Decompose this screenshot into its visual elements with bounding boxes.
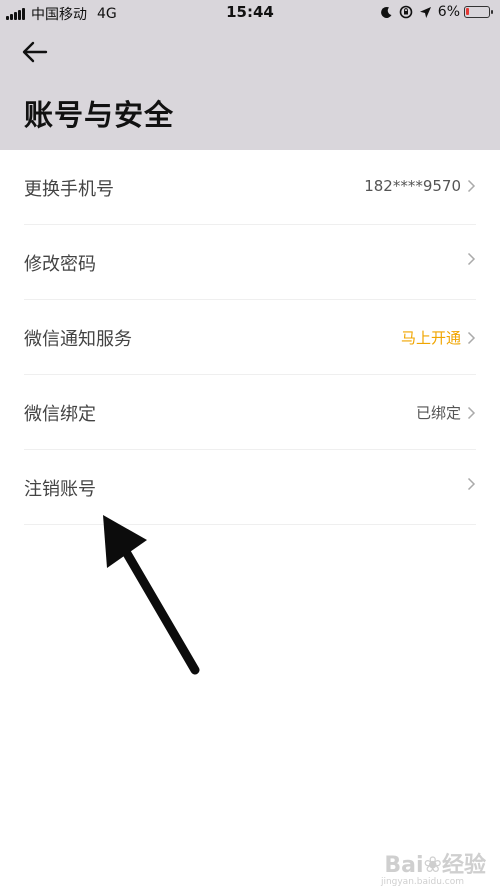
status-bar: 中国移动 4G 15:44 6%: [0, 0, 500, 26]
chevron-right-icon: [467, 331, 476, 344]
arrow-left-icon: [22, 41, 48, 63]
watermark-url: jingyan.baidu.com: [380, 877, 464, 887]
row-label: 注销账号: [24, 479, 96, 500]
bound-status-value: 已绑定: [415, 404, 461, 422]
battery-icon: [464, 6, 493, 18]
page-title: 账号与安全: [24, 98, 175, 132]
chevron-right-icon: [467, 477, 476, 491]
row-label: 微信通知服务: [24, 329, 132, 350]
chevron-right-icon: [467, 406, 476, 419]
row-delete-account[interactable]: 注销账号: [24, 450, 476, 525]
pointer-arrow-annotation: [103, 515, 200, 675]
status-right: 6%: [374, 4, 493, 20]
row-wechat-notify[interactable]: 微信通知服务 马上开通: [24, 300, 476, 375]
row-wechat-bind[interactable]: 微信绑定 已绑定: [24, 375, 476, 450]
moon-icon: [380, 6, 392, 18]
back-button[interactable]: [22, 40, 52, 66]
row-label: 微信绑定: [24, 404, 96, 425]
chevron-right-icon: [467, 179, 476, 193]
location-arrow-icon: [419, 6, 431, 18]
row-label: 更换手机号: [24, 179, 114, 200]
watermark-logo: Bai❀经验: [384, 853, 486, 878]
battery-level: [466, 8, 469, 15]
settings-list: 更换手机号 182****9570 修改密码 微信通知服务 马上开通 微信绑定 …: [0, 150, 500, 525]
enable-now-value: 马上开通: [400, 329, 461, 347]
phone-number-value: 182****9570: [364, 177, 461, 195]
row-change-password[interactable]: 修改密码: [24, 225, 476, 300]
battery-percent: 6%: [437, 4, 460, 20]
row-label: 修改密码: [24, 254, 96, 275]
rotation-lock-icon: [399, 5, 413, 19]
row-change-phone[interactable]: 更换手机号 182****9570: [24, 150, 476, 225]
chevron-right-icon: [467, 252, 476, 266]
